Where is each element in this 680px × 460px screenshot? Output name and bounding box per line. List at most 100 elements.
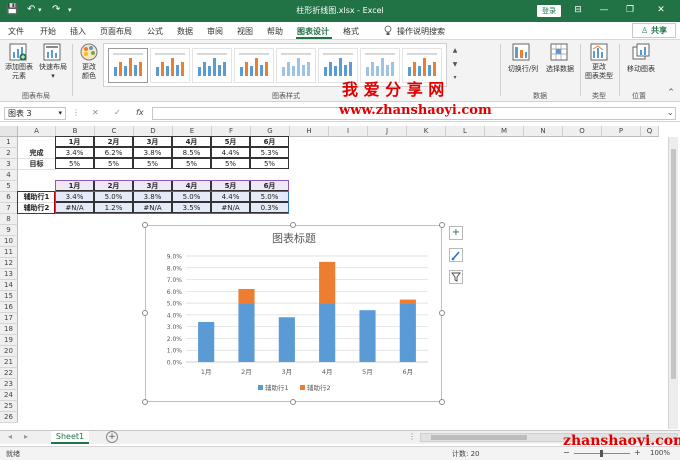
sheet-tab-sheet1[interactable]: Sheet1: [51, 431, 89, 444]
tab-formulas[interactable]: 公式: [147, 26, 163, 37]
column-header[interactable]: H: [290, 126, 329, 137]
enter-icon[interactable]: ✓: [114, 108, 121, 117]
restore-icon[interactable]: ❐: [623, 3, 637, 17]
row-header[interactable]: 6: [0, 192, 18, 203]
resize-handle[interactable]: [290, 399, 296, 405]
table-header-cell[interactable]: 3月: [133, 180, 172, 191]
data-cell[interactable]: 5.0%: [94, 191, 133, 202]
tab-split-icon[interactable]: ⋮: [408, 432, 416, 441]
gallery-more-icon[interactable]: ▾: [450, 74, 460, 86]
data-cell[interactable]: 4.4%: [211, 147, 250, 158]
row-header[interactable]: 19: [0, 335, 18, 346]
data-cell[interactable]: 3.5%: [172, 202, 211, 213]
row-header[interactable]: 21: [0, 357, 18, 368]
tab-view[interactable]: 视图: [237, 26, 253, 37]
row-header[interactable]: 25: [0, 401, 18, 412]
tab-data[interactable]: 数据: [177, 26, 193, 37]
table-header-cell[interactable]: 2月: [94, 180, 133, 191]
row-header[interactable]: 13: [0, 269, 18, 280]
zoom-slider-thumb[interactable]: [600, 450, 603, 457]
column-header[interactable]: K: [407, 126, 446, 137]
row-header[interactable]: 26: [0, 412, 18, 423]
table-header-cell[interactable]: 4月: [172, 180, 211, 191]
row-header[interactable]: 11: [0, 247, 18, 258]
chart-style-thumbnail[interactable]: [108, 48, 148, 83]
table-header-cell[interactable]: 5月: [211, 180, 250, 191]
row-header[interactable]: 17: [0, 313, 18, 324]
data-cell[interactable]: 5%: [172, 158, 211, 169]
quick-layout-button[interactable]: 快速布局: [37, 63, 69, 72]
row-header[interactable]: 22: [0, 368, 18, 379]
move-chart-button[interactable]: 移动图表: [622, 65, 660, 74]
add-chart-element-button[interactable]: 添加图表 元素: [2, 63, 36, 81]
table-header-cell[interactable]: 1月: [55, 180, 94, 191]
resize-handle[interactable]: [439, 310, 445, 316]
tab-insert[interactable]: 插入: [70, 26, 86, 37]
tell-me-search[interactable]: 操作说明搜索: [397, 26, 445, 37]
row-header[interactable]: 15: [0, 291, 18, 302]
scrollbar-thumb[interactable]: [431, 435, 527, 440]
share-button[interactable]: ♙ 共享: [632, 23, 676, 38]
gallery-scroll-up-icon[interactable]: ▲: [450, 47, 460, 59]
data-cell[interactable]: #N/A: [211, 202, 250, 213]
data-cell[interactable]: 3.8%: [133, 147, 172, 158]
table-header-cell[interactable]: 3月: [133, 136, 172, 147]
resize-handle[interactable]: [142, 222, 148, 228]
row-header[interactable]: 14: [0, 280, 18, 291]
data-cell[interactable]: 5%: [133, 158, 172, 169]
column-header[interactable]: L: [446, 126, 485, 137]
data-cell[interactable]: 6.2%: [94, 147, 133, 158]
prev-sheet-icon[interactable]: ◂: [8, 432, 12, 441]
change-colors-button[interactable]: 更改 颜色: [75, 63, 103, 81]
add-sheet-icon[interactable]: +: [106, 431, 118, 443]
cancel-icon[interactable]: ✕: [92, 108, 99, 117]
select-all-corner[interactable]: [0, 126, 18, 137]
vertical-scrollbar[interactable]: [668, 137, 678, 429]
data-cell[interactable]: 5.0%: [250, 191, 289, 202]
row-header[interactable]: 23: [0, 379, 18, 390]
tab-page-layout[interactable]: 页面布局: [100, 26, 132, 37]
select-data-button[interactable]: 选择数据: [542, 65, 578, 74]
next-sheet-icon[interactable]: ▸: [24, 432, 28, 441]
row-label-cell[interactable]: 完成: [18, 148, 56, 159]
row-header[interactable]: 18: [0, 324, 18, 335]
tab-review[interactable]: 审阅: [207, 26, 223, 37]
column-header[interactable]: Q: [641, 126, 659, 137]
row-header[interactable]: 5: [0, 181, 18, 192]
chart-area[interactable]: 图表标题 0.0% 1.0% 2.0% 3.0% 4.0% 5.0% 6.0% 7.0% 8.0%…: [145, 225, 442, 402]
table-header-cell[interactable]: 6月: [250, 136, 289, 147]
data-cell[interactable]: 5%: [250, 158, 289, 169]
row-label-cell[interactable]: 目标: [18, 159, 56, 170]
column-header[interactable]: J: [368, 126, 407, 137]
data-cell[interactable]: 8.5%: [172, 147, 211, 158]
chart-styles-button[interactable]: [449, 248, 463, 262]
tab-home[interactable]: 开始: [40, 26, 56, 37]
row-header[interactable]: 3: [0, 159, 18, 170]
data-cell[interactable]: 1.2%: [94, 202, 133, 213]
data-cell[interactable]: 3.8%: [133, 191, 172, 202]
chart-filters-button[interactable]: [449, 270, 463, 284]
row-header[interactable]: 8: [0, 214, 18, 225]
resize-handle[interactable]: [290, 222, 296, 228]
gallery-scroll-down-icon[interactable]: ▼: [450, 61, 460, 73]
zoom-in-icon[interactable]: +: [634, 448, 641, 457]
data-cell[interactable]: 5%: [94, 158, 133, 169]
chart-style-thumbnail[interactable]: [234, 48, 274, 83]
column-header[interactable]: M: [485, 126, 524, 137]
tab-file[interactable]: 文件: [8, 26, 24, 37]
resize-handle[interactable]: [439, 222, 445, 228]
chart-style-thumbnail[interactable]: [276, 48, 316, 83]
row-header[interactable]: 4: [0, 170, 18, 181]
row-header[interactable]: 24: [0, 390, 18, 401]
insert-function-icon[interactable]: fx: [136, 108, 144, 117]
chart-style-thumbnail[interactable]: [192, 48, 232, 83]
data-cell[interactable]: #N/A: [133, 202, 172, 213]
table-header-cell[interactable]: 2月: [94, 136, 133, 147]
change-chart-type-button[interactable]: 更改 图表类型: [583, 63, 615, 81]
login-button[interactable]: 登录: [537, 5, 561, 17]
data-cell[interactable]: 3.4%: [55, 191, 94, 202]
table-header-cell[interactable]: 6月: [250, 180, 289, 191]
resize-handle[interactable]: [439, 399, 445, 405]
minimize-icon[interactable]: —: [597, 3, 611, 17]
tab-help[interactable]: 帮助: [267, 26, 283, 37]
